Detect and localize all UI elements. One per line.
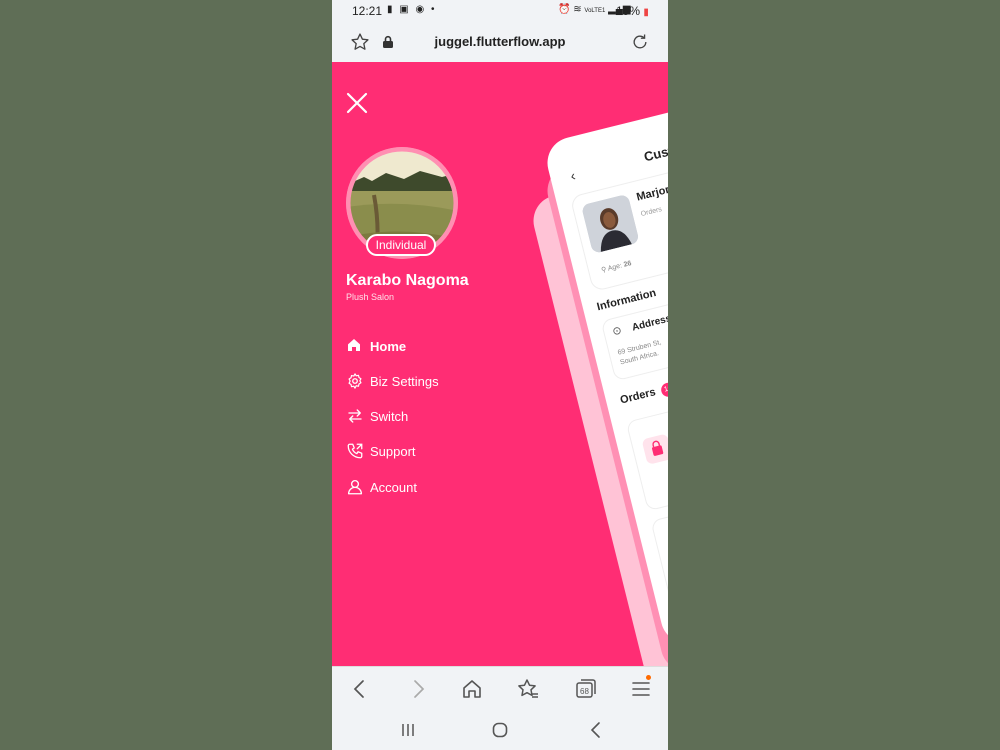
url-text[interactable]: juggel.flutterflow.app bbox=[332, 34, 668, 49]
gear-icon bbox=[346, 372, 364, 390]
system-nav-bar bbox=[332, 710, 668, 750]
browser-bottom-bar: 68 bbox=[332, 666, 668, 711]
forward-icon[interactable] bbox=[406, 677, 430, 701]
status-battery: 15% ▮ bbox=[616, 4, 649, 18]
address-label: Address bbox=[630, 313, 668, 334]
orders-count-badge: 10 bbox=[659, 381, 668, 399]
menu-item-label: Switch bbox=[370, 408, 409, 424]
customer-name: Marjorie bbox=[635, 181, 668, 204]
battery-icon: ▮ bbox=[643, 7, 649, 18]
user-icon bbox=[346, 478, 364, 496]
tabs-count: 68 bbox=[580, 687, 589, 696]
user-name: Karabo Nagoma bbox=[346, 272, 469, 289]
status-time: 12:21 bbox=[352, 4, 383, 18]
reload-icon[interactable] bbox=[630, 32, 650, 57]
alarm-icon: ⏰ bbox=[558, 4, 571, 15]
recent-apps-icon[interactable] bbox=[398, 720, 418, 740]
bookmarks-icon[interactable] bbox=[516, 677, 540, 701]
menu-item-support[interactable]: Support bbox=[346, 439, 416, 463]
notification-dot bbox=[646, 675, 651, 680]
preview-title: Cust bbox=[642, 142, 668, 165]
volte-lte-icon: VoLTE1 bbox=[584, 8, 606, 14]
switch-arrows-icon bbox=[346, 407, 364, 425]
menu-item-biz-settings[interactable]: Biz Settings bbox=[346, 369, 439, 393]
home-icon bbox=[346, 337, 364, 355]
status-left-icons: ▮ ▣ ◉ • bbox=[387, 4, 437, 15]
menu-hamburger-icon[interactable] bbox=[630, 675, 654, 701]
menu-item-label: Support bbox=[370, 443, 416, 459]
location-pin-icon: ⊙ bbox=[611, 324, 624, 339]
address-box: ⊙ Address 69 Struben St, South Africa. bbox=[600, 272, 668, 382]
sim-icon: ▮ bbox=[387, 4, 395, 15]
orders-title: Orders bbox=[618, 386, 657, 407]
chevron-left-icon: ‹ bbox=[568, 167, 578, 184]
gallery-icon: ▣ bbox=[399, 4, 411, 15]
home-button-icon[interactable] bbox=[490, 720, 510, 740]
menu-item-label: Home bbox=[370, 338, 407, 354]
customer-photo bbox=[581, 193, 640, 254]
business-name: Plush Salon bbox=[346, 292, 395, 302]
phone-screen: 12:21 ▮ ▣ ◉ • ⏰ ≋ VoLTE1 ▂▄▆ 15% ▮ jugge… bbox=[332, 0, 668, 750]
dot-icon: • bbox=[431, 4, 437, 15]
messenger-icon: ◉ bbox=[415, 4, 427, 15]
preview-card[interactable]: ‹ Cust Marjorie Orders ⚲ Age: 26 Informa… bbox=[542, 88, 668, 649]
user-icon: ⚲ bbox=[600, 266, 608, 275]
close-icon[interactable] bbox=[344, 90, 370, 116]
home-icon[interactable] bbox=[460, 677, 484, 701]
battery-percent: 15% bbox=[616, 4, 641, 18]
menu-item-label: Account bbox=[370, 479, 417, 495]
account-type-badge: Individual bbox=[366, 234, 436, 256]
browser-url-bar: juggel.flutterflow.app bbox=[332, 24, 668, 63]
menu-item-account[interactable]: Account bbox=[346, 475, 417, 499]
wifi-icon: ≋ bbox=[573, 4, 582, 15]
age-value: 26 bbox=[622, 260, 633, 269]
menu-item-label: Biz Settings bbox=[370, 373, 439, 389]
tabs-icon[interactable]: 68 bbox=[574, 677, 598, 701]
preview-customer-profile: Marjorie Orders ⚲ Age: 26 bbox=[569, 148, 668, 292]
customer-preview: ‹ Cust Marjorie Orders ⚲ Age: 26 Informa… bbox=[528, 82, 668, 666]
customer-age: ⚲ Age: 26 bbox=[600, 259, 633, 275]
phone-call-icon bbox=[346, 442, 364, 460]
menu-item-home[interactable]: Home bbox=[346, 334, 406, 358]
customer-orders-label: Orders bbox=[640, 206, 663, 219]
address-text: 69 Struben St, South Africa. bbox=[617, 338, 665, 368]
age-label: Age: bbox=[607, 262, 623, 273]
system-back-icon[interactable] bbox=[586, 720, 606, 740]
menu-item-switch[interactable]: Switch bbox=[346, 404, 408, 428]
shopping-bag-icon bbox=[641, 433, 668, 465]
app-drawer: ‹ Cust Marjorie Orders ⚲ Age: 26 Informa… bbox=[332, 62, 668, 666]
status-bar: 12:21 ▮ ▣ ◉ • ⏰ ≋ VoLTE1 ▂▄▆ 15% ▮ bbox=[332, 0, 668, 24]
back-icon[interactable] bbox=[348, 677, 372, 701]
